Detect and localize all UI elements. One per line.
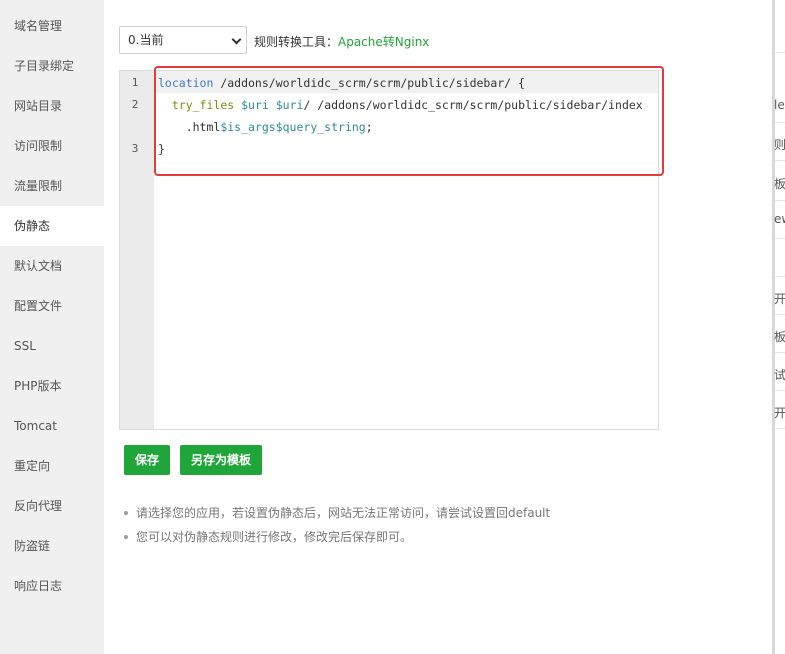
tips-list: 请选择您的应用，若设置伪静态后，网站无法正常访问，请尝试设置回default 您…: [122, 503, 742, 551]
save-button[interactable]: 保存: [124, 445, 170, 475]
divider: [775, 238, 785, 239]
background-text: 开: [774, 406, 785, 420]
code-variable: $uri: [241, 98, 269, 112]
code-text: / /addons/worldidc_scrm/scrm/public/side…: [303, 98, 643, 112]
sidebar-item-subdir[interactable]: 子目录绑定: [0, 46, 104, 86]
sidebar-item-domain[interactable]: 域名管理: [0, 6, 104, 46]
code-variable: $uri: [275, 98, 304, 112]
sidebar-item-ssl[interactable]: SSL: [0, 326, 104, 366]
sidebar-item-reverse-proxy[interactable]: 反向代理: [0, 486, 104, 526]
sidebar-item-access-limit[interactable]: 访问限制: [0, 126, 104, 166]
divider: [775, 390, 785, 391]
code-variable: $is_args: [220, 120, 276, 134]
background-text: 则: [774, 138, 785, 152]
background-text: ew: [774, 212, 785, 226]
divider: [775, 160, 785, 161]
line-number: 2: [131, 98, 139, 111]
code-line: try_files $uri $uri/ /addons/worldidc_sc…: [158, 98, 643, 112]
sidebar-item-tomcat[interactable]: Tomcat: [0, 406, 104, 446]
sidebar-item-hotlink[interactable]: 防盗链: [0, 526, 104, 566]
code-text: /addons/worldidc_scrm/scrm/public/sideba…: [213, 76, 525, 90]
divider: [775, 352, 785, 353]
converter-label: 规则转换工具：: [254, 35, 339, 49]
background-text: 板: [774, 177, 785, 191]
sidebar-item-rewrite[interactable]: 伪静态: [0, 206, 104, 246]
background-text: 开: [774, 292, 785, 306]
code-line: }: [158, 142, 165, 156]
code-line-wrapped: .html$is_args$query_string;: [158, 120, 373, 134]
background-text: lew: [774, 98, 785, 112]
divider: [775, 122, 785, 123]
sidebar-item-config-file[interactable]: 配置文件: [0, 286, 104, 326]
sidebar-item-site-dir[interactable]: 网站目录: [0, 86, 104, 126]
code-variable: $query_string: [275, 120, 366, 134]
sidebar-item-redirect[interactable]: 重定向: [0, 446, 104, 486]
background-text: 试: [774, 368, 785, 382]
code-directive: try_files: [171, 98, 235, 112]
code-text: ;: [365, 120, 373, 134]
chevron-down-icon: [231, 34, 242, 45]
divider: [775, 314, 785, 315]
tip-item: 请选择您的应用，若设置伪静态后，网站无法正常访问，请尝试设置回default: [122, 503, 742, 527]
sidebar-item-response-log[interactable]: 响应日志: [0, 566, 104, 606]
divider: [775, 428, 785, 429]
code-keyword: location: [158, 76, 214, 90]
main-panel: 0.当前 规则转换工具： Apache转Nginx 1 2 3 location…: [104, 0, 772, 654]
app-root: 域名管理 子目录绑定 网站目录 访问限制 流量限制 伪静态 默认文档 配置文件 …: [0, 0, 785, 654]
sidebar-item-default-doc[interactable]: 默认文档: [0, 246, 104, 286]
line-number: 1: [131, 76, 139, 89]
background-text: 板: [774, 330, 785, 344]
code-text: .html: [158, 120, 221, 134]
sidebar: 域名管理 子目录绑定 网站目录 访问限制 流量限制 伪静态 默认文档 配置文件 …: [0, 0, 104, 654]
divider: [775, 276, 785, 277]
editor-gutter: [120, 71, 154, 429]
background-page-edge: lew 则 板 ew 开 板 试 开: [772, 0, 785, 654]
code-editor[interactable]: 1 2 3 location /addons/worldidc_scrm/scr…: [119, 66, 664, 430]
sidebar-item-traffic-limit[interactable]: 流量限制: [0, 166, 104, 206]
divider: [775, 52, 785, 53]
rewrite-template-select[interactable]: 0.当前: [119, 26, 247, 54]
sidebar-item-php-version[interactable]: PHP版本: [0, 366, 104, 406]
line-number: 3: [131, 142, 139, 155]
code-line: location /addons/worldidc_scrm/scrm/publ…: [158, 76, 525, 90]
select-value: 0.当前: [128, 33, 164, 47]
divider: [775, 200, 785, 201]
save-as-template-button[interactable]: 另存为模板: [180, 445, 262, 475]
tip-item: 您可以对伪静态规则进行修改，修改完后保存即可。: [122, 527, 742, 551]
apache-to-nginx-link[interactable]: Apache转Nginx: [338, 33, 429, 50]
